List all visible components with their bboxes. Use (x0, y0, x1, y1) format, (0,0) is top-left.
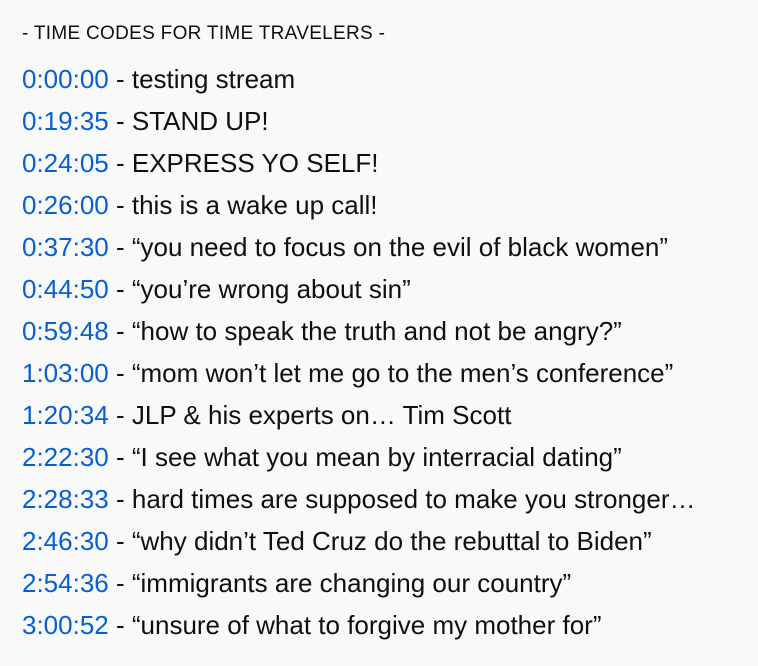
timestamp-link[interactable]: 2:22:30 (22, 442, 109, 472)
separator: - (108, 400, 132, 430)
timestamp-link[interactable]: 1:03:00 (22, 358, 109, 388)
chapter-title: “how to speak the truth and not be angry… (131, 316, 622, 346)
timestamp-link[interactable]: 0:00:00 (22, 64, 109, 94)
timestamp-link[interactable]: 0:26:00 (22, 190, 109, 220)
separator: - (108, 484, 132, 514)
video-description: - TIME CODES FOR TIME TRAVELERS - 0:00:0… (0, 0, 758, 646)
timecode-entry: 0:37:30 - “you need to focus on the evil… (22, 226, 758, 268)
timestamp-link[interactable]: 0:19:35 (22, 106, 109, 136)
timecode-entry: 3:00:52 - “unsure of what to forgive my … (22, 604, 758, 646)
separator: - (108, 106, 132, 136)
timestamp-link[interactable]: 0:44:50 (22, 274, 109, 304)
separator: - (108, 568, 132, 598)
timecode-entry: 0:24:05 - EXPRESS YO SELF! (22, 142, 758, 184)
timecode-entry: 0:44:50 - “you’re wrong about sin” (22, 268, 758, 310)
chapter-title: EXPRESS YO SELF! (131, 148, 379, 178)
timecodes-heading: - TIME CODES FOR TIME TRAVELERS - (22, 23, 386, 44)
timecode-entry: 0:00:00 - testing stream (22, 58, 758, 100)
timecode-entry: 0:26:00 - this is a wake up call! (22, 184, 758, 226)
timecode-entry: 2:22:30 - “I see what you mean by interr… (22, 436, 758, 478)
separator: - (108, 190, 132, 220)
separator: - (108, 358, 132, 388)
separator: - (108, 274, 132, 304)
separator: - (108, 442, 132, 472)
timecode-entry: 2:28:33 - hard times are supposed to mak… (22, 478, 758, 520)
chapter-title: hard times are supposed to make you stro… (131, 484, 696, 514)
separator: - (108, 148, 132, 178)
timecode-entry: 0:59:48 - “how to speak the truth and no… (22, 310, 758, 352)
chapter-title: “immigrants are changing our country” (131, 568, 572, 598)
chapter-title: JLP & his experts on… Tim Scott (131, 400, 512, 430)
chapter-title: “I see what you mean by interracial dati… (131, 442, 622, 472)
chapter-title: testing stream (131, 64, 296, 94)
chapter-title: “why didn’t Ted Cruz do the rebuttal to … (131, 526, 652, 556)
chapter-title: STAND UP! (131, 106, 269, 136)
separator: - (108, 232, 132, 262)
chapter-title: “you’re wrong about sin” (131, 274, 411, 304)
chapter-title: “unsure of what to forgive my mother for… (131, 610, 602, 640)
timecode-entry: 2:54:36 - “immigrants are changing our c… (22, 562, 758, 604)
timecode-entry: 1:03:00 - “mom won’t let me go to the me… (22, 352, 758, 394)
timestamp-link[interactable]: 0:24:05 (22, 148, 109, 178)
timecode-entry: 2:46:30 - “why didn’t Ted Cruz do the re… (22, 520, 758, 562)
timestamp-link[interactable]: 2:28:33 (22, 484, 109, 514)
timestamp-link[interactable]: 0:37:30 (22, 232, 109, 262)
timestamp-link[interactable]: 1:20:34 (22, 400, 109, 430)
chapter-title: this is a wake up call! (131, 190, 378, 220)
separator: - (108, 64, 132, 94)
separator: - (108, 526, 132, 556)
timestamp-link[interactable]: 2:46:30 (22, 526, 109, 556)
timestamp-link[interactable]: 2:54:36 (22, 568, 109, 598)
separator: - (108, 316, 132, 346)
timecode-entry: 1:20:34 - JLP & his experts on… Tim Scot… (22, 394, 758, 436)
timestamp-link[interactable]: 0:59:48 (22, 316, 109, 346)
separator: - (108, 610, 132, 640)
timecode-entry: 0:19:35 - STAND UP! (22, 100, 758, 142)
timestamp-link[interactable]: 3:00:52 (22, 610, 109, 640)
chapter-title: “you need to focus on the evil of black … (131, 232, 669, 262)
chapter-title: “mom won’t let me go to the men’s confer… (131, 358, 674, 388)
